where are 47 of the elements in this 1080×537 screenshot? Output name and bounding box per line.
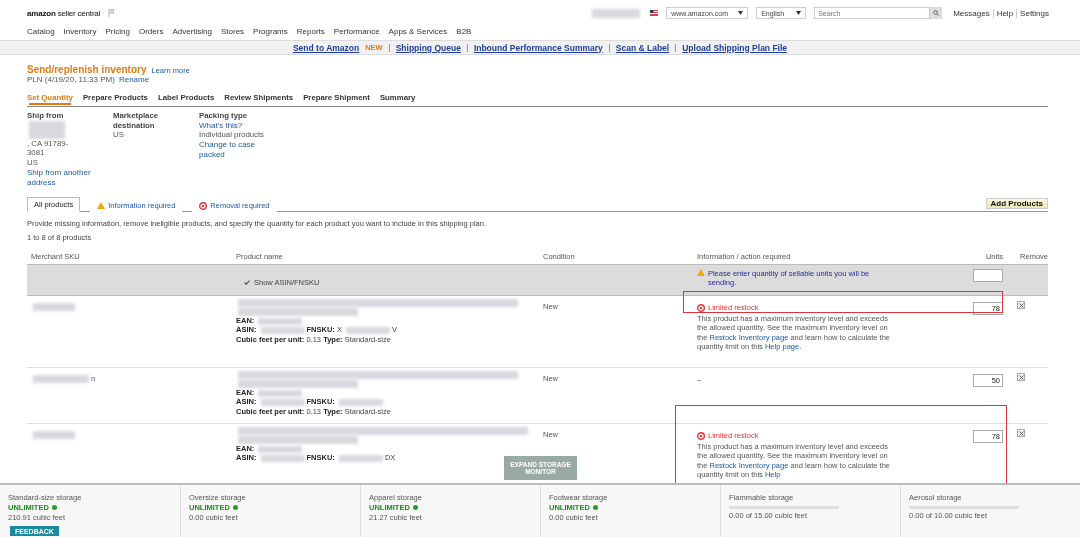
subnav-link[interactable]: Shipping Queue <box>395 42 461 53</box>
units-field[interactable] <box>973 269 1003 282</box>
subnav-link[interactable]: Scan & Label <box>615 42 670 53</box>
nav-item[interactable]: Programs <box>253 26 288 36</box>
nav-item[interactable]: Advertising <box>172 26 212 36</box>
redacted-block <box>592 8 641 18</box>
warning-icon <box>97 202 106 209</box>
page-title: Send/replenish inventory <box>27 64 147 75</box>
nav-item[interactable]: Orders <box>138 26 164 36</box>
nav-item[interactable]: Performance <box>333 26 380 36</box>
header-link[interactable]: Help <box>992 8 1017 18</box>
caret-icon <box>796 11 802 15</box>
warning-icon <box>697 269 705 276</box>
error-icon <box>697 431 705 440</box>
ship-from-another-link[interactable]: Ship from another address <box>27 167 113 188</box>
nav-item[interactable]: Catalog <box>27 26 55 36</box>
add-products-button[interactable]: Add Products <box>985 198 1048 209</box>
nav-item[interactable]: B2B <box>456 26 472 36</box>
nav-item[interactable]: Apps & Services <box>388 26 448 36</box>
redacted-block <box>29 120 65 139</box>
redacted-block <box>33 375 89 383</box>
check-icon <box>244 279 250 285</box>
change-packing-link[interactable]: Change to case packed <box>199 140 279 160</box>
rename-link[interactable]: Rename <box>118 75 150 84</box>
nav-item[interactable]: Pricing <box>105 26 130 36</box>
redacted-block <box>33 303 75 311</box>
us-flag-icon <box>650 10 659 16</box>
search-icon <box>933 10 940 16</box>
subnav-link[interactable]: Upload Shipping Plan File <box>682 42 788 53</box>
nav-item[interactable]: Stores <box>220 26 245 36</box>
nav-item[interactable]: Reports <box>296 26 325 36</box>
search-button[interactable] <box>930 7 943 19</box>
error-icon <box>199 201 208 210</box>
subnav-link[interactable]: Inbound Performance Summary <box>473 42 603 53</box>
subnav-link[interactable]: Send to Amazon <box>292 42 360 53</box>
seller-central-logo[interactable]: amazon seller central <box>27 8 101 18</box>
whats-this-link[interactable]: What's this? <box>199 120 279 131</box>
header-link[interactable]: Settings <box>1016 8 1052 18</box>
header-link[interactable]: Messages <box>950 8 993 18</box>
remove-button[interactable] <box>1017 429 1025 437</box>
nav-item[interactable]: Inventory <box>63 26 97 36</box>
error-icon <box>697 303 705 312</box>
caret-icon <box>738 11 744 15</box>
plan-name: PLN (4/19/20, 11:33 PM) <box>27 75 115 84</box>
remove-button[interactable] <box>1017 301 1025 309</box>
remove-button[interactable] <box>1017 373 1025 381</box>
redacted-block <box>33 431 75 439</box>
